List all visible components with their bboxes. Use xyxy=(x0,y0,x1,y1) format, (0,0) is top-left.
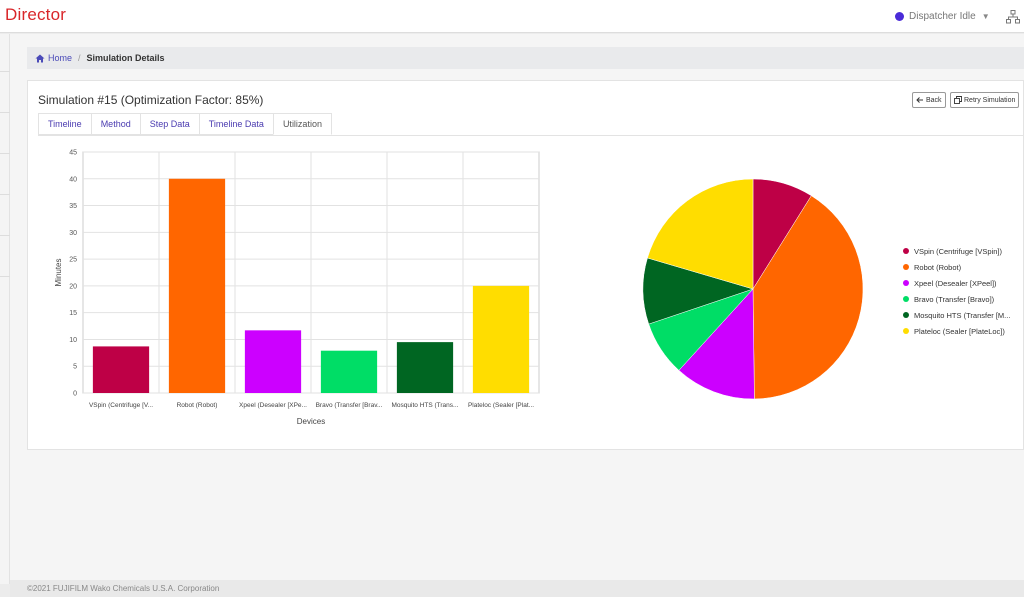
back-button[interactable]: Back xyxy=(912,92,946,108)
dispatcher-status-dropdown[interactable]: Dispatcher Idle ▼ xyxy=(895,11,990,22)
tab-timeline-data[interactable]: Timeline Data xyxy=(198,113,273,135)
legend-label: Xpeel (Desealer [XPeel]) xyxy=(914,278,997,288)
bar-0 xyxy=(92,346,150,393)
legend-swatch-4 xyxy=(903,312,909,318)
x-axis-label: Devices xyxy=(297,417,325,426)
y-axis-label: Minutes xyxy=(54,258,63,286)
legend-item[interactable]: Bravo (Transfer [Bravo]) xyxy=(903,291,1010,307)
legend-swatch-2 xyxy=(903,280,909,286)
left-sidebar-strip xyxy=(0,34,10,584)
status-indicator-icon xyxy=(895,12,904,21)
x-tick-label: Plateloc (Sealer [Plat... xyxy=(468,402,534,409)
y-tick-label: 5 xyxy=(73,364,77,371)
legend-item[interactable]: Mosquito HTS (Transfer [M... xyxy=(903,307,1010,323)
legend-label: Mosquito HTS (Transfer [M... xyxy=(914,310,1011,320)
x-tick-label: Bravo (Transfer [Brav... xyxy=(316,402,383,409)
legend-swatch-5 xyxy=(903,328,909,334)
bar-4 xyxy=(396,342,454,393)
legend-label: Bravo (Transfer [Bravo]) xyxy=(914,294,995,304)
pie-legend: VSpin (Centrifuge [VSpin]) Robot (Robot)… xyxy=(903,243,1010,339)
bar-2 xyxy=(244,330,302,393)
y-tick-label: 35 xyxy=(69,203,77,210)
footer-copyright: ©2021 FUJIFILM Wako Chemicals U.S.A. Cor… xyxy=(27,584,220,593)
y-tick-label: 15 xyxy=(69,310,77,317)
top-navbar: Director Dispatcher Idle ▼ xyxy=(0,0,1024,33)
dispatcher-status-label: Dispatcher Idle xyxy=(909,11,976,22)
y-tick-label: 40 xyxy=(69,176,77,183)
legend-item[interactable]: Plateloc (Sealer [PlateLoc]) xyxy=(903,323,1010,339)
app-title[interactable]: Director xyxy=(5,5,66,25)
caret-down-icon: ▼ xyxy=(981,12,990,21)
back-button-label: Back xyxy=(926,96,942,104)
legend-swatch-1 xyxy=(903,264,909,270)
network-icon[interactable] xyxy=(1006,10,1020,24)
legend-item[interactable]: Xpeel (Desealer [XPeel]) xyxy=(903,275,1010,291)
tab-divider xyxy=(38,135,1024,136)
y-tick-label: 0 xyxy=(73,391,77,398)
copy-icon xyxy=(954,96,962,104)
x-tick-label: Mosquito HTS (Trans... xyxy=(392,402,459,409)
y-tick-label: 45 xyxy=(69,150,77,157)
bar-5 xyxy=(472,285,530,393)
legend-label: Robot (Robot) xyxy=(914,262,962,272)
retry-simulation-button[interactable]: Retry Simulation xyxy=(950,92,1020,108)
breadcrumb-home-label: Home xyxy=(48,53,73,63)
y-tick-label: 10 xyxy=(69,337,77,344)
legend-label: Plateloc (Sealer [PlateLoc]) xyxy=(914,326,1005,336)
y-tick-label: 30 xyxy=(69,230,77,237)
legend-swatch-3 xyxy=(903,296,909,302)
y-tick-label: 20 xyxy=(69,283,77,290)
breadcrumb-home-link[interactable]: Home xyxy=(35,53,72,63)
x-tick-label: Xpeel (Desealer [XPe... xyxy=(239,402,307,409)
utilization-pie-chart xyxy=(642,178,864,400)
legend-label: VSpin (Centrifuge [VSpin]) xyxy=(914,246,1002,256)
home-icon xyxy=(35,54,45,62)
arrow-left-icon xyxy=(916,97,923,103)
breadcrumb-current: Simulation Details xyxy=(86,53,165,63)
tab-utilization[interactable]: Utilization xyxy=(272,113,332,135)
legend-item[interactable]: VSpin (Centrifuge [VSpin]) xyxy=(903,243,1010,259)
utilization-bar-chart: 0 5 10 15 20 25 30 35 40 45 VSpin (Centrifuge [V..… xyxy=(54,150,540,426)
tab-step-data[interactable]: Step Data xyxy=(139,113,199,135)
legend-item[interactable]: Robot (Robot) xyxy=(903,259,1010,275)
bar-3 xyxy=(320,350,378,393)
breadcrumb: Home / Simulation Details xyxy=(27,47,1024,69)
retry-simulation-label: Retry Simulation xyxy=(964,96,1016,104)
breadcrumb-separator: / xyxy=(78,53,81,63)
y-tick-label: 25 xyxy=(69,257,77,264)
legend-swatch-0 xyxy=(903,248,909,254)
tab-timeline[interactable]: Timeline xyxy=(38,113,91,135)
x-tick-label: VSpin (Centrifuge [V... xyxy=(89,402,153,409)
bar-1 xyxy=(168,178,226,393)
x-tick-label: Robot (Robot) xyxy=(177,402,218,409)
simulation-tabs: Timeline Method Step Data Timeline Data … xyxy=(38,113,332,135)
page-title: Simulation #15 (Optimization Factor: 85%… xyxy=(38,93,264,107)
tab-method[interactable]: Method xyxy=(90,113,140,135)
